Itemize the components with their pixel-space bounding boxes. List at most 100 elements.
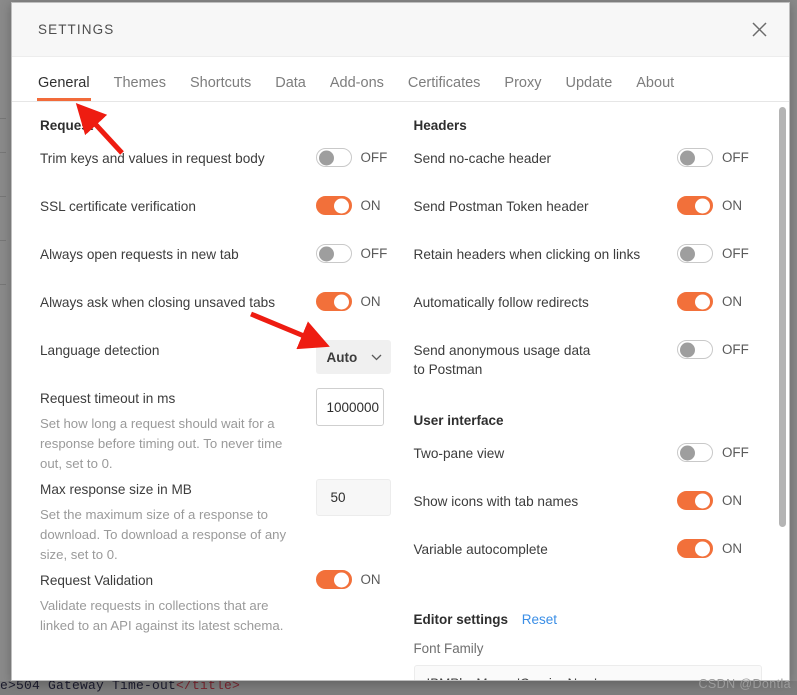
toggle-usage-data[interactable] — [677, 340, 713, 359]
toggle-follow-redirects[interactable] — [677, 292, 713, 311]
section-title-request: Request — [40, 118, 94, 133]
settings-tabbar: General Themes Shortcuts Data Add-ons Ce… — [12, 57, 789, 102]
setting-label: Send no-cache header — [413, 151, 552, 166]
setting-label: SSL certificate verification — [40, 199, 196, 214]
setting-label: Retain headers when clicking on links — [413, 247, 641, 262]
tab-proxy[interactable]: Proxy — [492, 75, 553, 101]
setting-row-request-validation: Request Validation Validate requests in … — [40, 569, 402, 636]
toggle-knob — [333, 572, 349, 587]
setting-row-usage-data: Send anonymous usage data to Postman OFF — [414, 339, 764, 383]
setting-label: Always open requests in new tab — [40, 247, 239, 262]
toggle-state-label: OFF — [722, 150, 749, 165]
tab-data[interactable]: Data — [263, 75, 318, 101]
settings-content: Request Trim keys and values in request … — [12, 102, 789, 680]
request-settings-column: Request Trim keys and values in request … — [40, 118, 402, 680]
content-scrollbar-track[interactable] — [778, 102, 788, 680]
toggle-tab-icons[interactable] — [677, 491, 713, 510]
toggle-knob — [318, 150, 334, 165]
setting-row-retain-headers: Retain headers when clicking on links OF… — [414, 243, 764, 287]
content-scrollbar-thumb[interactable] — [779, 107, 786, 527]
setting-label: Language detection — [40, 343, 160, 358]
setting-label: Trim keys and values in request body — [40, 151, 265, 166]
setting-row-trim-keys: Trim keys and values in request body OFF — [40, 147, 402, 191]
toggle-state-label: OFF — [360, 150, 388, 165]
toggle-state-label: ON — [360, 572, 381, 587]
setting-label: Max response size in MB — [40, 482, 192, 497]
input-value: 1000000 — [326, 399, 380, 415]
toggle-knob — [333, 294, 349, 309]
tab-about[interactable]: About — [624, 75, 686, 101]
request-timeout-input[interactable]: 1000000 — [315, 388, 384, 426]
toggle-state-label: ON — [722, 541, 743, 556]
toggle-state-label: ON — [360, 198, 381, 213]
toggle-state-label: ON — [722, 294, 743, 309]
toggle-knob — [680, 342, 695, 357]
toggle-variable-autocomplete[interactable] — [677, 539, 713, 558]
toggle-knob — [680, 445, 695, 460]
setting-row-no-cache-header: Send no-cache header OFF — [414, 147, 764, 191]
setting-row-ssl-verification: SSL certificate verification ON — [40, 195, 402, 239]
setting-row-max-response-size: Max response size in MB Set the maximum … — [40, 478, 402, 565]
watermark-text: CSDN @Dontla — [698, 677, 791, 691]
headers-settings-column: Headers Send no-cache header OFF Send Po… — [402, 118, 764, 680]
toggle-knob — [695, 198, 710, 213]
tab-update[interactable]: Update — [554, 75, 625, 101]
setting-row-tab-icons: Show icons with tab names ON — [414, 490, 764, 534]
toggle-two-pane-view[interactable] — [677, 443, 713, 462]
toggle-knob — [695, 493, 710, 508]
tab-themes[interactable]: Themes — [102, 75, 178, 101]
toggle-state-label: ON — [722, 198, 743, 213]
toggle-postman-token-header[interactable] — [677, 196, 713, 215]
setting-row-follow-redirects: Automatically follow redirects ON — [414, 291, 764, 335]
input-value: IBMPlexMono, 'Courier New', monospace — [427, 676, 674, 681]
select-value: Auto — [326, 349, 358, 365]
setting-label: Variable autocomplete — [413, 542, 548, 557]
toggle-ssl-verification[interactable] — [315, 196, 352, 215]
language-detection-select[interactable]: Auto — [315, 340, 391, 374]
dialog-title: SETTINGS — [38, 22, 115, 37]
setting-row-open-new-tab: Always open requests in new tab OFF — [40, 243, 402, 287]
setting-label: Automatically follow redirects — [413, 295, 589, 310]
close-icon[interactable] — [745, 16, 773, 44]
settings-dialog: SETTINGS General Themes Shortcuts Data A… — [11, 2, 790, 681]
setting-description: Set the maximum size of a response to do… — [40, 507, 287, 562]
toggle-knob — [333, 198, 349, 213]
toggle-unsaved-tabs[interactable] — [315, 292, 352, 311]
chevron-down-icon — [371, 348, 382, 366]
editor-settings-heading: Editor settings — [413, 612, 509, 627]
toggle-trim-keys[interactable] — [315, 148, 352, 167]
toggle-state-label: OFF — [722, 445, 749, 460]
tab-add-ons[interactable]: Add-ons — [318, 75, 396, 101]
setting-row-unsaved-tabs: Always ask when closing unsaved tabs ON — [40, 291, 402, 335]
toggle-open-new-tab[interactable] — [315, 244, 352, 263]
input-value: 50 — [330, 490, 346, 505]
setting-label: Always ask when closing unsaved tabs — [40, 295, 275, 310]
tab-certificates[interactable]: Certificates — [396, 75, 493, 101]
toggle-no-cache-header[interactable] — [677, 148, 713, 167]
setting-label: Show icons with tab names — [413, 494, 579, 509]
toggle-knob — [680, 150, 695, 165]
toggle-retain-headers[interactable] — [677, 244, 713, 263]
section-title-headers: Headers — [413, 118, 467, 133]
setting-row-language-detection: Language detection Auto — [40, 339, 402, 383]
toggle-state-label: OFF — [360, 246, 388, 261]
tab-shortcuts[interactable]: Shortcuts — [178, 75, 263, 101]
max-response-size-input[interactable]: 50 — [315, 479, 391, 516]
setting-row-variable-autocomplete: Variable autocomplete ON — [414, 538, 764, 582]
setting-row-two-pane-view: Two-pane view OFF — [414, 442, 764, 486]
dialog-titlebar: SETTINGS — [12, 3, 789, 57]
toggle-knob — [695, 541, 710, 556]
reset-editor-settings-link[interactable]: Reset — [522, 612, 557, 627]
toggle-request-validation[interactable] — [315, 570, 352, 589]
setting-row-request-timeout: Request timeout in ms Set how long a req… — [40, 387, 402, 474]
toggle-knob — [680, 246, 695, 261]
setting-label: Send anonymous usage data to Postman — [413, 343, 591, 377]
tab-general[interactable]: General — [26, 75, 102, 101]
section-title-editor-settings: Editor settings Reset — [414, 612, 764, 627]
setting-label: Two-pane view — [413, 446, 505, 461]
toggle-state-label: ON — [722, 493, 743, 508]
toggle-state-label: OFF — [722, 342, 749, 357]
font-family-label: Font Family — [413, 641, 484, 656]
setting-description: Set how long a request should wait for a… — [40, 416, 283, 471]
setting-label: Send Postman Token header — [413, 199, 589, 214]
